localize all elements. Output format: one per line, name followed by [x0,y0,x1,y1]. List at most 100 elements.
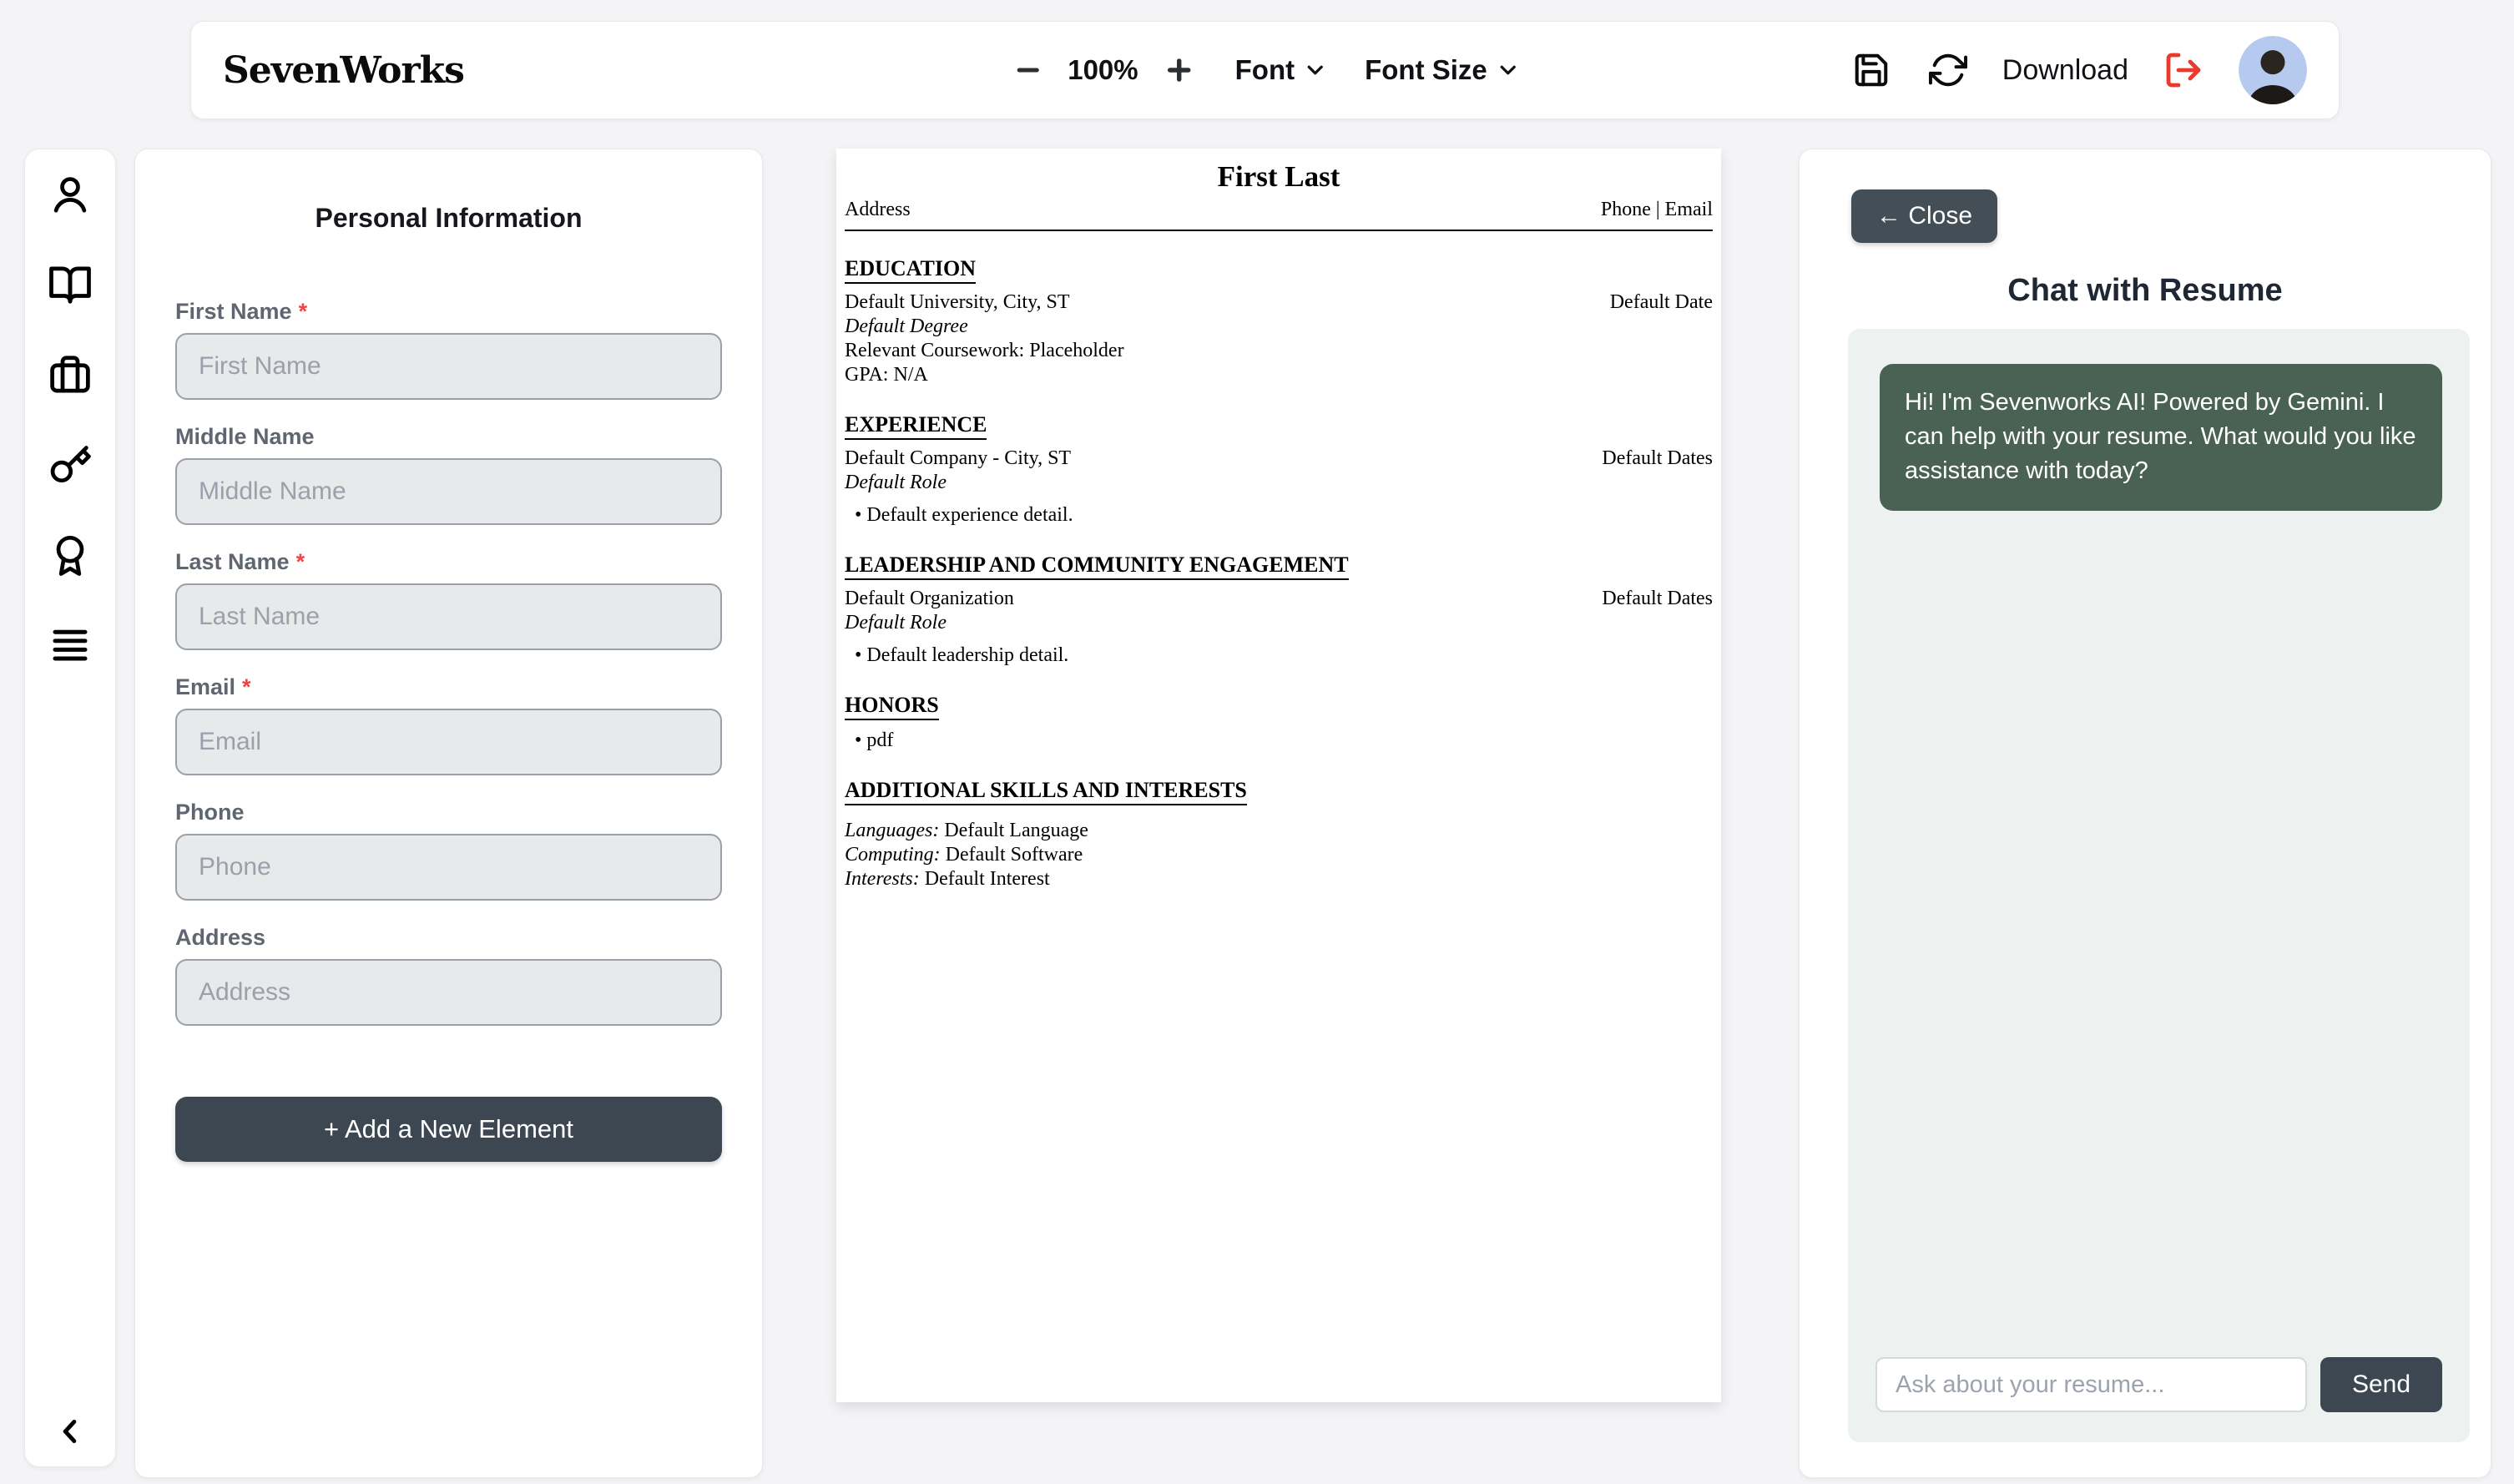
sidebar-item-education[interactable] [47,261,93,308]
refresh-button[interactable] [1926,48,1971,93]
send-button[interactable]: Send [2320,1357,2442,1412]
field-address: Address [175,925,722,1026]
education-degree: Default Degree [845,315,1713,339]
honors-bullet: • pdf [845,729,1713,753]
key-icon [48,442,93,487]
resume-preview: First Last Address Phone | Email EDUCATI… [836,149,1721,1402]
required-marker: * [242,674,251,699]
required-marker: * [296,549,305,574]
field-middle-name: Middle Name [175,424,722,525]
address-label: Address [175,925,722,951]
personal-info-panel: Personal Information First Name* Middle … [134,149,763,1478]
user-avatar[interactable] [2239,36,2307,104]
person-icon [48,172,93,217]
experience-org: Default Company - City, ST [845,447,1071,471]
chevron-left-icon [51,1412,89,1451]
email-input[interactable] [175,709,722,775]
sidebar-item-experience[interactable] [47,351,93,398]
field-email: Email* [175,674,722,775]
form-title: Personal Information [175,203,722,234]
refresh-icon [1929,51,1967,89]
resume-name: First Last [845,160,1713,194]
logout-icon [2163,50,2204,90]
leadership-date: Default Dates [1602,587,1713,611]
chevron-down-icon [1303,58,1328,83]
zoom-controls: 100% [1009,51,1198,89]
leadership-org: Default Organization [845,587,1014,611]
font-size-dropdown[interactable]: Font Size [1365,54,1521,86]
resume-address: Address [845,199,911,221]
resume-section-honors: HONORS • pdf [845,693,1713,753]
sidebar-collapse-button[interactable] [47,1408,93,1455]
menu-lines-icon [48,623,93,668]
header-toolbar: 100% Font Font Size [1009,51,1521,89]
required-marker: * [299,299,308,324]
leadership-entry-row: Default Organization Default Dates [845,587,1713,611]
leadership-bullet: • Default leadership detail. [845,644,1713,668]
chat-panel: ← Close Chat with Resume Hi! I'm Sevenwo… [1799,149,2491,1478]
app-logo: SevenWorks [223,49,464,92]
resume-section-experience: EXPERIENCE Default Company - City, ST De… [845,412,1713,527]
briefcase-icon [48,352,93,397]
middle-name-label: Middle Name [175,424,722,450]
sidebar-item-skills[interactable] [47,442,93,488]
experience-role: Default Role [845,471,1713,495]
save-icon [1852,51,1891,89]
phone-input[interactable] [175,834,722,901]
save-button[interactable] [1849,48,1894,93]
section-heading: ADDITIONAL SKILLS AND INTERESTS [845,778,1247,805]
phone-label: Phone [175,800,722,825]
first-name-input[interactable] [175,333,722,400]
zoom-out-button[interactable] [1009,52,1046,88]
font-size-dropdown-label: Font Size [1365,54,1487,86]
skills-interests: Interests: Default Interest [845,867,1713,891]
minus-icon [1012,55,1042,85]
chat-close-button[interactable]: ← Close [1851,189,1997,243]
font-dropdown[interactable]: Font [1235,54,1328,86]
avatar-image [2239,36,2307,104]
zoom-in-button[interactable] [1160,51,1199,89]
field-last-name: Last Name* [175,549,722,650]
skills-languages: Languages: Default Language [845,819,1713,843]
add-element-button[interactable]: + Add a New Element [175,1097,722,1162]
education-date: Default Date [1610,290,1713,315]
field-first-name: First Name* [175,299,722,400]
education-coursework: Relevant Coursework: Placeholder [845,339,1713,363]
section-sidebar [24,149,116,1467]
middle-name-input[interactable] [175,458,722,525]
address-input[interactable] [175,959,722,1026]
last-name-input[interactable] [175,583,722,650]
section-heading: HONORS [845,693,939,720]
resume-section-skills: ADDITIONAL SKILLS AND INTERESTS Language… [845,778,1713,891]
education-gpa: GPA: N/A [845,363,1713,387]
experience-date: Default Dates [1602,447,1713,471]
logout-button[interactable] [2160,47,2207,93]
sidebar-item-sections[interactable] [47,622,93,669]
download-button[interactable]: Download [2002,54,2128,87]
resume-contact-row: Address Phone | Email [845,199,1713,221]
chevron-down-icon [1496,58,1521,83]
chat-title: Chat with Resume [1800,273,2491,309]
field-phone: Phone [175,800,722,901]
font-dropdown-label: Font [1235,54,1295,86]
last-name-label: Last Name* [175,549,722,575]
resume-phone-email: Phone | Email [1601,199,1713,221]
app-header: SevenWorks 100% Font Font Size Download [190,21,2340,119]
zoom-level: 100% [1068,54,1138,86]
email-label: Email* [175,674,722,700]
chat-message-area: Hi! I'm Sevenworks AI! Powered by Gemini… [1848,329,2470,1442]
experience-bullet: • Default experience detail. [845,503,1713,527]
resume-section-leadership: LEADERSHIP AND COMMUNITY ENGAGEMENT Defa… [845,553,1713,668]
header-actions: Download [1849,36,2307,104]
skills-computing: Computing: Default Software [845,843,1713,867]
section-heading: EXPERIENCE [845,412,987,440]
sidebar-item-honors[interactable] [47,532,93,578]
award-icon [48,533,93,578]
education-org: Default University, City, ST [845,290,1070,315]
section-heading: LEADERSHIP AND COMMUNITY ENGAGEMENT [845,553,1349,580]
education-entry-row: Default University, City, ST Default Dat… [845,290,1713,315]
open-book-icon [48,262,93,307]
chat-input-row: Send [1875,1357,2442,1412]
sidebar-item-personal[interactable] [47,171,93,218]
chat-input[interactable] [1875,1357,2307,1412]
